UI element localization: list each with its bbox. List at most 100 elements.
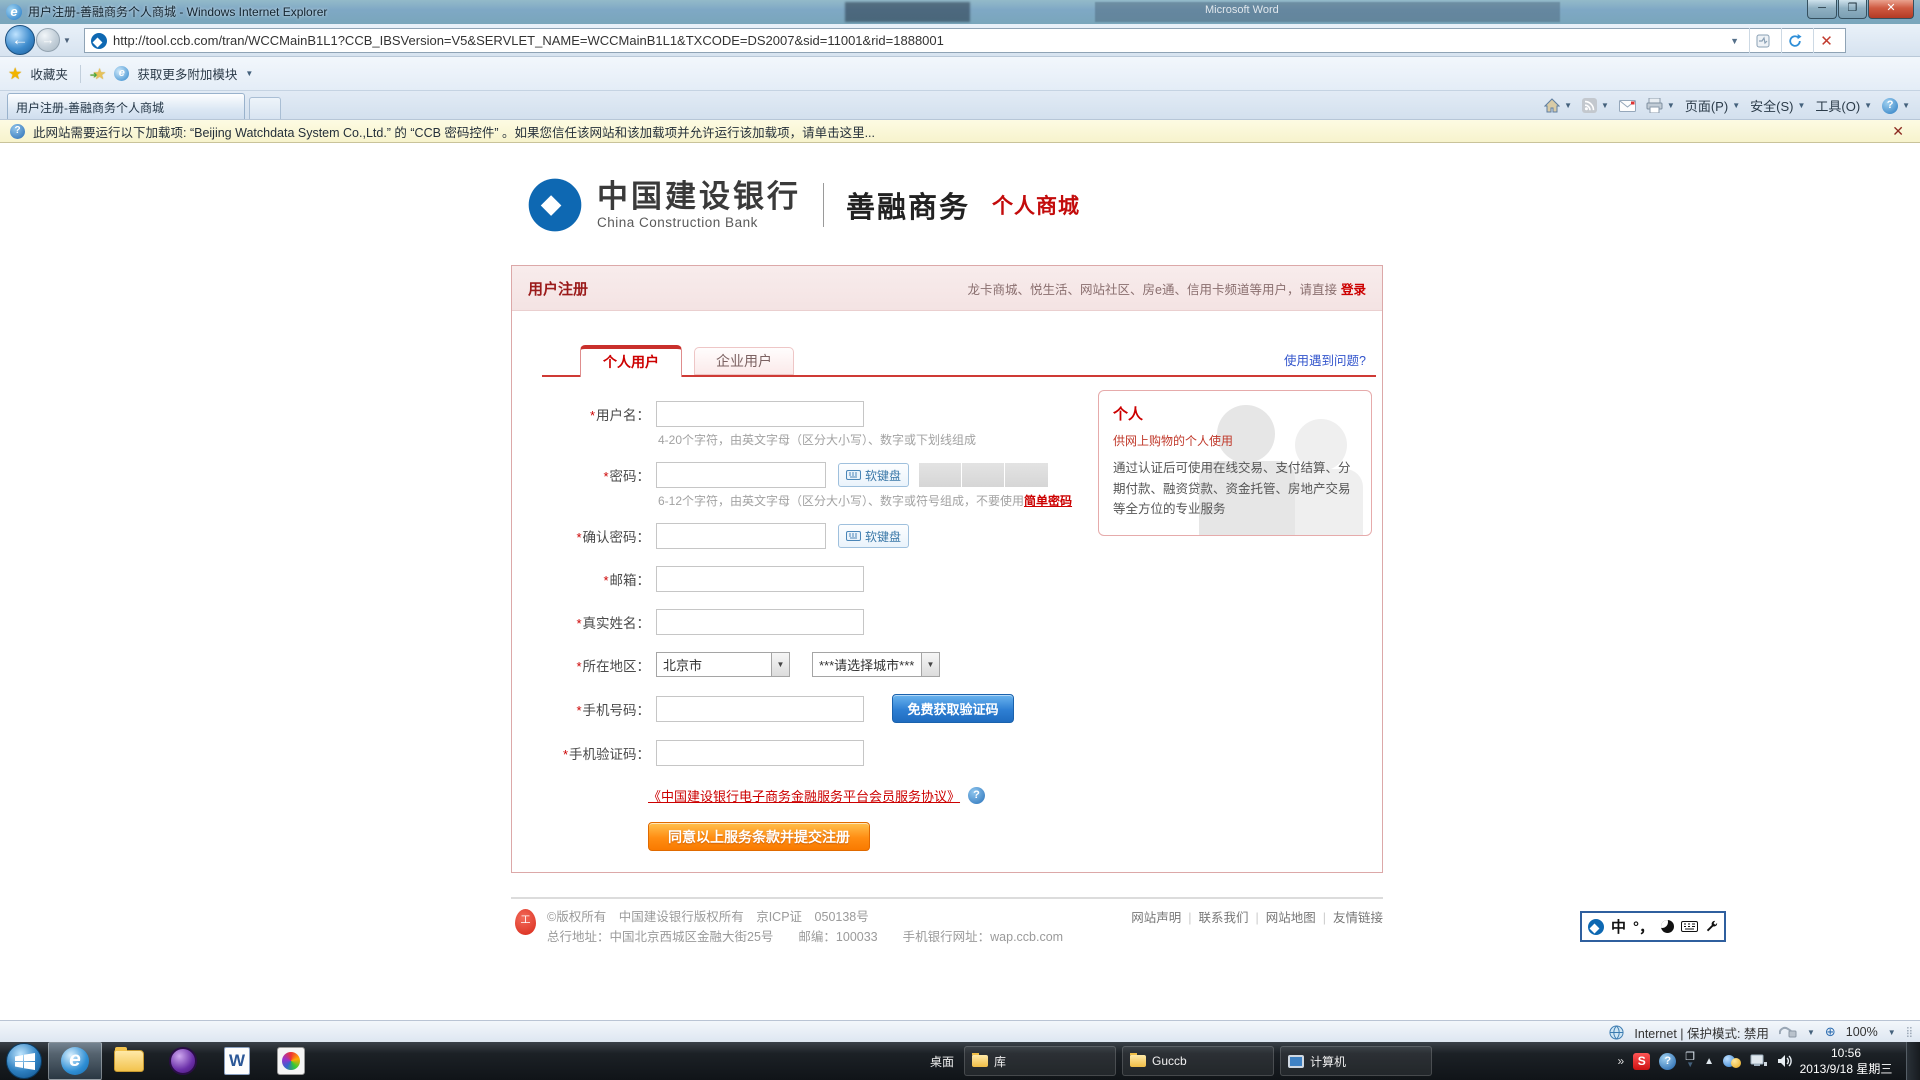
zoom-dropdown-icon[interactable]: ▼	[1888, 1028, 1896, 1037]
weak-password-link[interactable]: 简单密码	[1024, 494, 1072, 508]
internet-zone-icon	[1609, 1025, 1624, 1040]
sogou-ime-icon[interactable]: S	[1633, 1053, 1650, 1070]
chevron-down-icon[interactable]: ▼	[771, 653, 789, 676]
province-select[interactable]: 北京市▼	[656, 652, 790, 677]
address-dropdown-icon[interactable]: ▼	[1726, 36, 1743, 46]
get-addons-link[interactable]: 获取更多附加模块	[137, 64, 237, 83]
maximize-button[interactable]: ❐	[1838, 0, 1867, 19]
keyboard-icon[interactable]	[1681, 921, 1698, 932]
safety-menu[interactable]: 安全(S)▼	[1750, 96, 1805, 115]
tray-overflow-chevron[interactable]: »	[1618, 1054, 1625, 1068]
taskbar-clock[interactable]: 10:56 2013/9/18 星期三	[1794, 1045, 1898, 1077]
help-menu[interactable]: ?▼	[1882, 98, 1910, 114]
speaker-icon[interactable]	[1777, 1054, 1792, 1068]
print-button[interactable]: ▼	[1646, 98, 1675, 113]
restore-windows-icon[interactable]: ❐▼	[1685, 1053, 1695, 1069]
product-name: 善融商务	[846, 184, 970, 226]
back-button[interactable]: ←	[5, 25, 35, 55]
add-favorite-icon[interactable]: ★	[93, 65, 106, 83]
url-text[interactable]: http://tool.ccb.com/tran/WCCMainB1L1?CCB…	[113, 33, 1720, 48]
addons-dropdown-icon[interactable]: ▼	[245, 69, 253, 78]
taskbar-explorer-button[interactable]	[102, 1042, 156, 1080]
zoom-icon[interactable]: ⊕	[1825, 1024, 1836, 1040]
tab-company-user[interactable]: 企业用户	[694, 347, 794, 375]
feeds-button[interactable]: ▼	[1582, 98, 1609, 113]
notification-text[interactable]: 此网站需要运行以下加载项: “Beijing Watchdata System …	[33, 122, 1878, 141]
service-agreement-link[interactable]: 《中国建设银行电子商务金融服务平台会员服务协议》	[648, 786, 960, 805]
soft-keyboard-button[interactable]: 软键盘	[838, 463, 909, 487]
tab-personal-user[interactable]: 个人用户	[580, 345, 682, 377]
paint-icon	[277, 1047, 305, 1075]
email-input[interactable]	[656, 566, 864, 592]
forward-button[interactable]: →	[36, 28, 60, 52]
footer-link[interactable]: 联系我们	[1198, 911, 1248, 925]
help-icon: ?	[1882, 98, 1898, 114]
footer-divider	[511, 897, 1383, 899]
taskbar-paint-button[interactable]	[264, 1042, 318, 1080]
notification-close-icon[interactable]: ✕	[1886, 123, 1910, 140]
stop-icon[interactable]: ✕	[1813, 28, 1839, 53]
chevron-down-icon[interactable]: ▼	[921, 653, 939, 676]
ccb-input-widget[interactable]: 中 °，	[1580, 911, 1726, 942]
favorites-button[interactable]: 收藏夹	[30, 64, 68, 83]
footer-link[interactable]: 网站地图	[1266, 911, 1316, 925]
city-select[interactable]: ***请选择城市***▼	[812, 652, 940, 677]
login-link[interactable]: 登录	[1341, 283, 1366, 297]
confirm-password-input[interactable]	[656, 523, 826, 549]
card-title: 个人	[1113, 403, 1357, 424]
taskbar-messenger-button[interactable]	[156, 1042, 210, 1080]
show-hidden-icons[interactable]: ▲	[1704, 1056, 1714, 1067]
zone-text: Internet | 保护模式: 禁用	[1634, 1023, 1769, 1042]
taskbar-ie-button[interactable]: e	[48, 1042, 102, 1080]
network-icon[interactable]	[1750, 1054, 1768, 1068]
taskbar-window-libraries[interactable]: 库	[964, 1046, 1116, 1076]
realname-label: *真实姓名：	[512, 612, 650, 632]
wrench-icon[interactable]	[1705, 920, 1718, 933]
username-input[interactable]	[656, 401, 864, 427]
mobile-input[interactable]	[656, 696, 864, 722]
history-dropdown-icon[interactable]: ▼	[63, 36, 71, 45]
ime-mode-label[interactable]: 中	[1611, 916, 1626, 937]
chevron-down-icon[interactable]: ▼	[1807, 1028, 1815, 1037]
punctuation-label[interactable]: °，	[1633, 916, 1654, 937]
start-button[interactable]	[6, 1043, 42, 1079]
minimize-button[interactable]: ─	[1807, 0, 1837, 19]
help-link[interactable]: 使用遇到问题?	[1284, 350, 1366, 369]
desktop-toolbar-label[interactable]: 桌面	[930, 1053, 954, 1070]
folder-icon	[1130, 1055, 1146, 1067]
market-name: 个人商城	[992, 190, 1080, 220]
user-type-tabs: 个人用户 企业用户 使用遇到问题?	[512, 327, 1382, 377]
agreement-help-icon[interactable]: ?	[968, 787, 985, 804]
address-bar[interactable]: http://tool.ccb.com/tran/WCCMainB1L1?CCB…	[84, 28, 1846, 53]
new-tab-button[interactable]	[249, 97, 281, 119]
compatibility-view-icon[interactable]	[1749, 28, 1775, 53]
tools-menu[interactable]: 工具(O)▼	[1815, 96, 1872, 115]
zoom-level[interactable]: 100%	[1846, 1025, 1878, 1039]
protected-mode-icon[interactable]	[1779, 1025, 1797, 1039]
sms-code-input[interactable]	[656, 740, 864, 766]
taskbar-word-button[interactable]: W	[210, 1042, 264, 1080]
close-button[interactable]: ✕	[1868, 0, 1914, 19]
soft-keyboard-button[interactable]: 软键盘	[838, 524, 909, 548]
browser-tab[interactable]: 用户注册-善融商务个人商城	[7, 93, 245, 119]
footer-link[interactable]: 网站声明	[1131, 911, 1181, 925]
footer-link[interactable]: 友情链接	[1333, 911, 1383, 925]
submit-registration-button[interactable]: 同意以上服务条款并提交注册	[648, 822, 870, 851]
mobile-label: *手机号码：	[512, 699, 650, 719]
taskbar-window-guccb[interactable]: Guccb	[1122, 1046, 1274, 1076]
im-status-icon[interactable]	[1723, 1053, 1741, 1069]
page-menu[interactable]: 页面(P)▼	[1685, 96, 1740, 115]
addon-notification-bar[interactable]: ? 此网站需要运行以下加载项: “Beijing Watchdata Syste…	[0, 120, 1920, 143]
ghost-window-title: Microsoft Word	[1205, 4, 1279, 16]
password-input[interactable]	[656, 462, 826, 488]
refresh-icon[interactable]	[1781, 28, 1807, 53]
moon-icon[interactable]	[1661, 920, 1674, 933]
favorites-star-icon[interactable]: ★	[8, 64, 22, 84]
help-tray-icon[interactable]: ?	[1659, 1053, 1676, 1070]
get-sms-code-button[interactable]: 免费获取验证码	[892, 694, 1014, 723]
realname-input[interactable]	[656, 609, 864, 635]
home-button[interactable]: ▼	[1544, 98, 1572, 113]
taskbar-window-computer[interactable]: 计算机	[1280, 1046, 1432, 1076]
read-mail-button[interactable]	[1619, 100, 1636, 112]
show-desktop-button[interactable]	[1906, 1042, 1920, 1080]
